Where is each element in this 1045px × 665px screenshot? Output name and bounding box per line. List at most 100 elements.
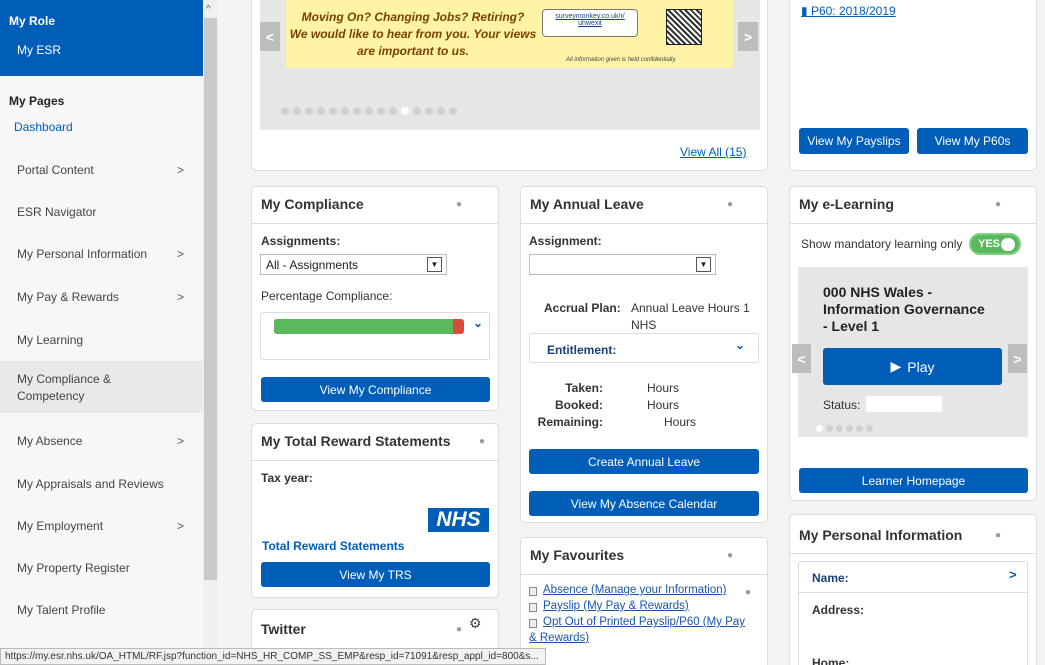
p60-link-label: P60: 2018/2019 (810, 4, 896, 18)
p60-link[interactable]: ▮ P60: 2018/2019 (801, 4, 896, 18)
sidebar-item-label: My Pay & Rewards (17, 290, 120, 304)
sidebar-item-label: My Compliance & (17, 371, 112, 386)
trs-heading: Total Reward Statements (262, 539, 405, 553)
favourite-link-opt-out[interactable]: Opt Out of Printed Payslip/P60 (My Pay (543, 616, 745, 628)
carousel-dot[interactable] (281, 107, 289, 115)
sidebar-item-compliance[interactable]: My Compliance & Competency (0, 361, 203, 413)
help-bubble-icon[interactable]: ● (479, 436, 485, 447)
sidebar-item-label: Competency (17, 388, 85, 403)
sidebar-item-talent-profile[interactable]: My Talent Profile (0, 595, 203, 625)
view-all-link[interactable]: View All (15) (680, 145, 746, 159)
sidebar-item-property-register[interactable]: My Property Register (0, 553, 203, 583)
view-my-p60s-button[interactable]: View My P60s (917, 128, 1028, 154)
elearning-dot[interactable] (826, 425, 833, 432)
help-bubble-icon[interactable]: ● (456, 624, 462, 635)
elearning-card: My e-Learning ● Show mandatory learning … (789, 186, 1037, 501)
help-bubble-icon[interactable]: ● (995, 199, 1001, 210)
help-bubble-icon[interactable]: ● (995, 530, 1001, 541)
carousel-dot[interactable] (449, 107, 457, 115)
survey-banner[interactable]: Moving On? Changing Jobs? Retiring? We w… (286, 0, 733, 68)
page: My Role My ESR My Pages Dashboard Portal… (0, 0, 1045, 665)
favourite-link-payslip[interactable]: Payslip (My Pay & Rewards) (543, 600, 689, 612)
view-my-compliance-button[interactable]: View My Compliance (261, 377, 490, 402)
carousel-dot[interactable] (377, 107, 385, 115)
help-bubble-icon[interactable]: ● (727, 199, 733, 210)
chevron-right-icon[interactable]: > (1009, 567, 1017, 582)
chevron-down-icon[interactable]: ⌄ (735, 338, 745, 352)
view-absence-calendar-button[interactable]: View My Absence Calendar (529, 491, 759, 516)
sidebar-item-dashboard[interactable]: Dashboard (14, 120, 73, 134)
elearning-dot[interactable] (836, 425, 843, 432)
my-pages-heading: My Pages (9, 94, 65, 108)
browser-status-bar: https://my.esr.nhs.uk/OA_HTML/RF.jsp?fun… (0, 648, 546, 665)
mandatory-toggle[interactable]: YES (969, 233, 1021, 255)
help-bubble-icon[interactable]: ● (727, 550, 733, 561)
assignment-select[interactable]: ▼ (529, 254, 716, 275)
sidebar-item-personal-information[interactable]: My Personal Information > (0, 239, 203, 269)
divider (521, 223, 767, 224)
sidebar-item-pay-rewards[interactable]: My Pay & Rewards > (0, 282, 203, 312)
sidebar-item-esr-navigator[interactable]: ESR Navigator (0, 197, 203, 227)
learner-homepage-button[interactable]: Learner Homepage (799, 468, 1028, 493)
home-label: Home: (812, 656, 850, 665)
help-bubble-icon[interactable]: ● (745, 587, 751, 598)
play-label: Play (907, 358, 935, 375)
toggle-knob (1001, 238, 1015, 251)
carousel-dot[interactable] (413, 107, 421, 115)
elearning-dot[interactable] (866, 425, 873, 432)
chevron-down-icon[interactable]: ⌄ (473, 316, 483, 330)
carousel-dot[interactable] (305, 107, 313, 115)
sidebar-item-employment[interactable]: My Employment > (0, 511, 203, 541)
sidebar-scrollbar[interactable]: ^ (203, 0, 218, 665)
course-title[interactable]: 000 NHS Wales - Information Governance -… (823, 284, 985, 335)
elearning-next-button[interactable]: > (1008, 344, 1027, 373)
sidebar-item-label: My Property Register (17, 561, 130, 575)
sidebar-item-learning[interactable]: My Learning (0, 325, 203, 355)
entitlement-row[interactable]: Entitlement: ⌄ (529, 333, 759, 363)
carousel-dot[interactable] (329, 107, 337, 115)
carousel-dot[interactable] (317, 107, 325, 115)
course-title-line: 000 NHS Wales - (823, 284, 933, 300)
assignments-select-value: All - Assignments (266, 257, 359, 272)
gear-icon[interactable]: ⚙ (469, 615, 482, 632)
carousel-dot[interactable] (437, 107, 445, 115)
chevron-up-icon[interactable]: ^ (206, 4, 211, 15)
elearning-dot[interactable] (856, 425, 863, 432)
carousel-dot[interactable] (293, 107, 301, 115)
elearning-dot[interactable] (846, 425, 853, 432)
create-annual-leave-button[interactable]: Create Annual Leave (529, 449, 759, 474)
scrollbar-thumb[interactable] (204, 18, 217, 580)
document-icon (529, 587, 537, 596)
view-my-payslips-button[interactable]: View My Payslips (799, 128, 909, 154)
sidebar-item-label: My Learning (17, 333, 84, 347)
favourite-link-opt-out-cont[interactable]: & Rewards) (529, 632, 589, 644)
role-item-my-esr[interactable]: My ESR (17, 43, 61, 57)
favourite-link-absence[interactable]: Absence (Manage your Information) (543, 584, 726, 596)
view-my-trs-button[interactable]: View My TRS (261, 562, 490, 587)
assignment-label: Assignment: (529, 234, 602, 248)
carousel-dot-active[interactable] (401, 107, 409, 115)
help-bubble-icon[interactable]: ● (456, 199, 462, 210)
carousel-prev-button[interactable]: < (260, 22, 280, 51)
sidebar-item-portal-content[interactable]: Portal Content > (0, 155, 203, 185)
carousel-next-button[interactable]: > (738, 22, 758, 51)
carousel-dot[interactable] (389, 107, 397, 115)
chevron-right-icon: > (177, 290, 185, 304)
sidebar-item-absence[interactable]: My Absence > (0, 426, 203, 456)
elearning-dot-active[interactable] (816, 425, 823, 432)
carousel-dot[interactable] (353, 107, 361, 115)
taken-hours: Hours (647, 381, 680, 395)
sidebar-item-appraisals[interactable]: My Appraisals and Reviews (0, 469, 203, 499)
carousel-dot[interactable] (425, 107, 433, 115)
assignments-select[interactable]: All - Assignments ▼ (260, 254, 447, 275)
banner-line-1: Moving On? Changing Jobs? Retiring? (301, 10, 525, 24)
annual-leave-title: My Annual Leave (530, 196, 644, 212)
play-button[interactable]: ▶ Play (823, 348, 1002, 385)
carousel-dot[interactable] (341, 107, 349, 115)
personal-info-card: My Personal Information ● Name: > Addres… (789, 514, 1037, 665)
elearning-prev-button[interactable]: < (792, 344, 811, 373)
course-title-line: Information Governance (823, 301, 985, 317)
accrual-plan-value-2: NHS (631, 318, 657, 332)
sidebar-item-label: ESR Navigator (17, 205, 97, 219)
carousel-dot[interactable] (365, 107, 373, 115)
